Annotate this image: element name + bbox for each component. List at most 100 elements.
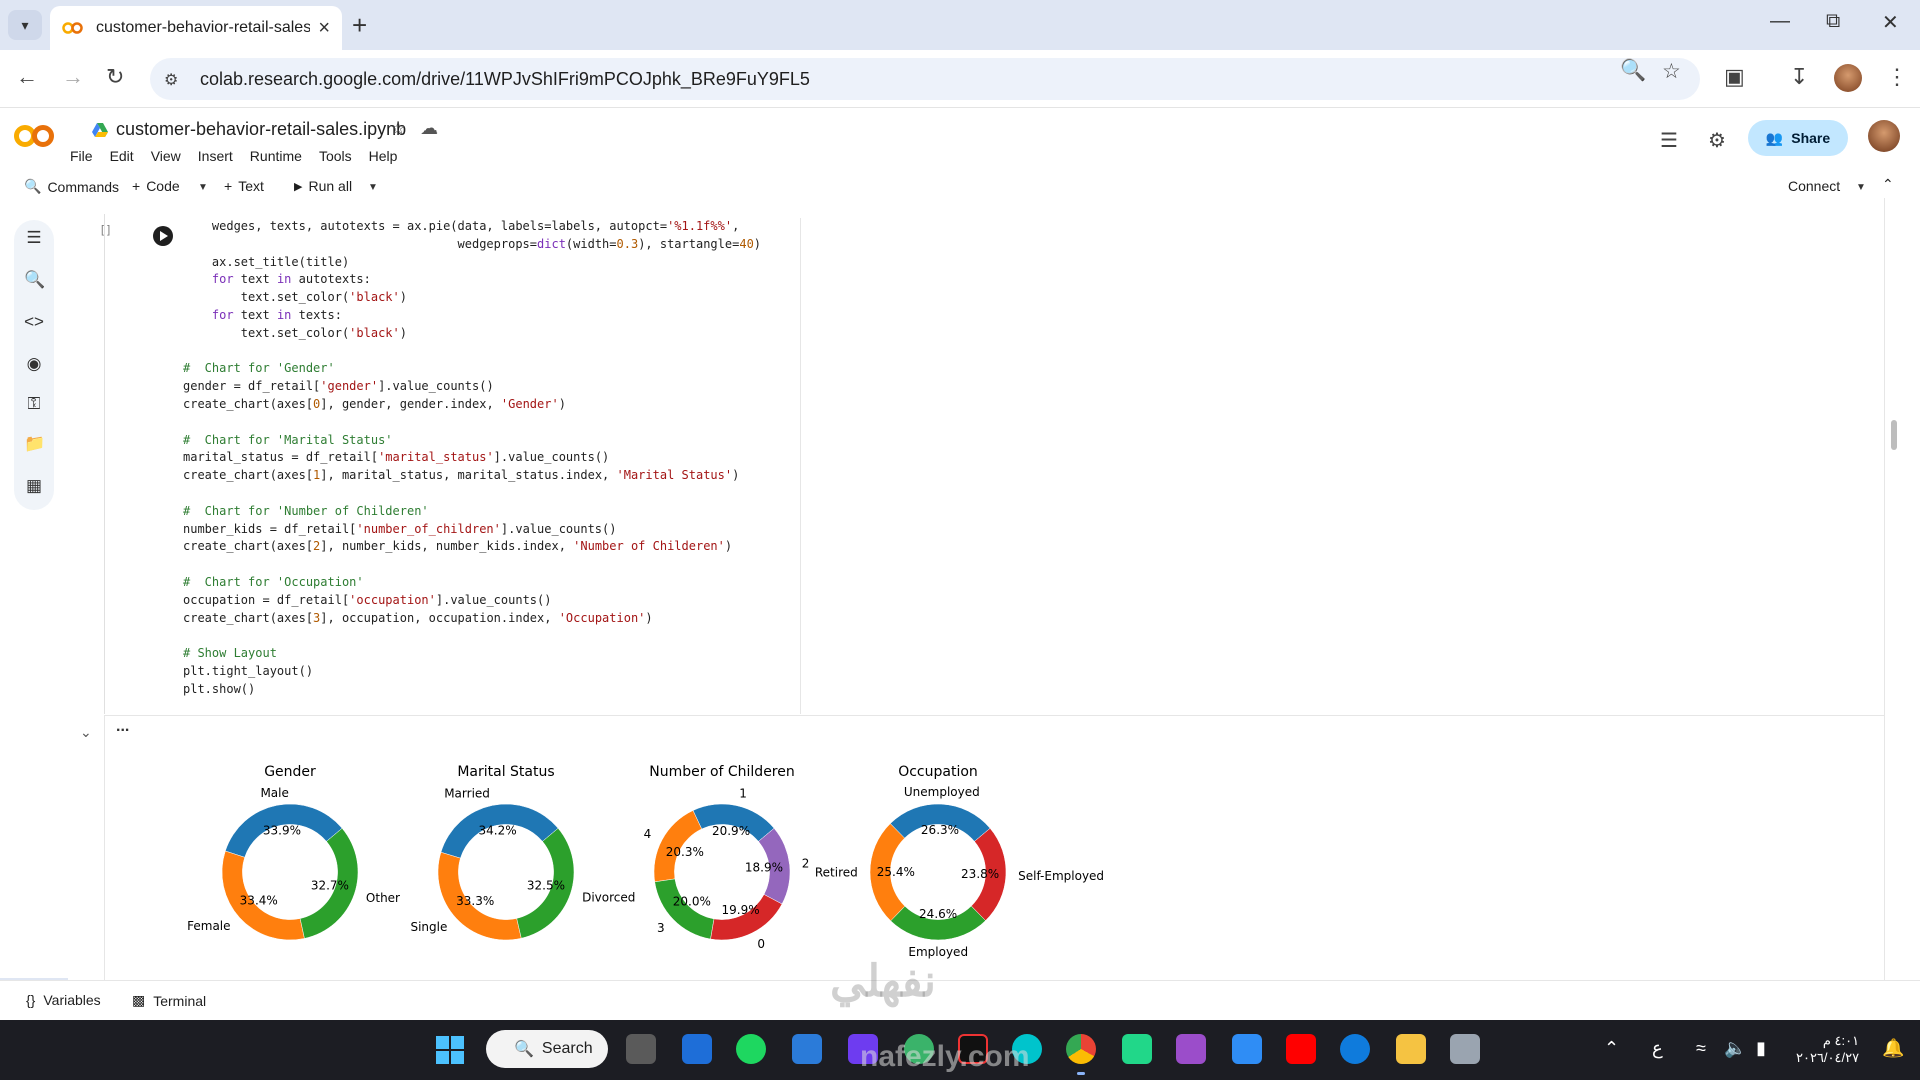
chrome-icon[interactable] — [1066, 1034, 1096, 1064]
tab-list-button[interactable]: ▾ — [8, 10, 42, 40]
connect-dropdown-caret-icon[interactable]: ▼ — [1856, 182, 1866, 193]
star-icon[interactable]: ☆ — [390, 118, 406, 139]
forward-arrow-icon[interactable]: → — [62, 64, 84, 90]
outlook-icon[interactable] — [682, 1034, 712, 1064]
menu-insert[interactable]: Insert — [198, 148, 242, 164]
slice-percent-label: 32.7% — [311, 879, 349, 893]
zoom-icon[interactable]: 🔍 — [1620, 59, 1646, 83]
cloud-saved-icon[interactable]: ☁ — [420, 118, 438, 139]
microsoft-store-icon[interactable] — [792, 1034, 822, 1064]
code-line: occupation = df_retail['occupation'].val… — [183, 592, 800, 610]
code-line: # Chart for 'Gender' — [183, 360, 800, 378]
key-icon[interactable]: ⚿ — [24, 394, 44, 414]
output-menu-button[interactable]: ... — [116, 718, 129, 736]
run-all-button[interactable]: ▶ Run all — [294, 178, 352, 194]
menu-help[interactable]: Help — [369, 148, 407, 164]
slice-label: Female — [187, 919, 230, 933]
download-icon[interactable]: ↧ — [1790, 64, 1808, 90]
volume-icon[interactable]: 🔈 — [1724, 1038, 1746, 1059]
pycharm-icon[interactable] — [1122, 1034, 1152, 1064]
run-all-dropdown-caret-icon[interactable]: ▼ — [368, 182, 378, 193]
clock-time: ٤:٠١ م — [1822, 1033, 1860, 1048]
notebook-title[interactable]: customer-behavior-retail-sales.ipynb — [92, 119, 406, 140]
slice-percent-label: 33.4% — [240, 893, 278, 907]
code-token: wedgeprops= — [183, 236, 538, 251]
menu-edit[interactable]: Edit — [110, 148, 143, 164]
restore-icon[interactable]: ⧉ — [1826, 10, 1840, 33]
run-all-label: Run all — [308, 178, 353, 194]
add-text-button[interactable]: + Text — [224, 178, 264, 194]
data-table-icon[interactable]: ▦ — [24, 476, 44, 496]
comments-icon[interactable]: ☰ — [1660, 128, 1678, 153]
table-of-contents-icon[interactable]: ☰ — [24, 228, 44, 248]
close-window-icon[interactable]: ✕ — [1882, 10, 1899, 35]
code-token: , — [732, 219, 740, 233]
show-hidden-icons-chevron-icon[interactable]: ⌃ — [1604, 1038, 1619, 1059]
menu-runtime[interactable]: Runtime — [250, 148, 311, 164]
slice-percent-label: 20.3% — [666, 845, 704, 859]
code-line: ax.set_title(title) — [183, 254, 800, 272]
run-cell-button[interactable] — [153, 226, 173, 246]
extensions-icon[interactable]: ▣ — [1724, 64, 1745, 90]
settings-gear-icon[interactable]: ⚙ — [1708, 128, 1726, 153]
variables-button[interactable]: {} Variables — [26, 992, 101, 1008]
connect-button[interactable]: Connect — [1788, 178, 1840, 194]
add-code-button[interactable]: + Code — [132, 178, 180, 194]
vscode-icon[interactable] — [1232, 1034, 1262, 1064]
code-cell[interactable]: [ ] wedges, texts, autotexts = ax.pie(da… — [101, 214, 1884, 714]
code-dropdown-caret-icon[interactable]: ▼ — [198, 182, 208, 193]
code-token: ) — [399, 290, 407, 305]
collapse-header-icon[interactable]: ⌃ — [1882, 176, 1894, 193]
user-avatar[interactable] — [1868, 120, 1900, 152]
find-replace-icon[interactable]: 🔍 — [24, 270, 45, 290]
browser-tab-active[interactable]: customer-behavior-retail-sales. × — [50, 6, 342, 50]
notebook-main: [ ] wedges, texts, autotexts = ax.pie(da… — [68, 198, 1920, 980]
code-token: create_chart(axes[ — [183, 468, 314, 483]
code-token: ax.set_title(title) — [183, 254, 350, 269]
taskbar-search[interactable]: 🔍 Search — [486, 1030, 608, 1068]
back-arrow-icon[interactable]: ← — [16, 64, 38, 90]
address-bar[interactable]: ⚙ colab.research.google.com/drive/11WPJv… — [150, 58, 1700, 100]
files-folder-icon[interactable]: 📁 — [24, 434, 45, 454]
browser-menu-icon[interactable]: ⋮ — [1886, 64, 1908, 90]
secrets-eye-icon[interactable]: ◉ — [24, 354, 44, 374]
minimize-icon[interactable]: — — [1770, 10, 1790, 33]
close-tab-icon[interactable]: × — [318, 17, 330, 40]
share-button[interactable]: 👥 Share — [1748, 120, 1848, 156]
terminal-button[interactable]: ▩ Terminal — [132, 992, 206, 1009]
code-token: plt.show() — [183, 681, 256, 696]
spotify-icon[interactable] — [736, 1034, 766, 1064]
battery-icon[interactable]: ▮ — [1756, 1038, 1766, 1059]
new-tab-icon[interactable]: + — [352, 10, 367, 41]
scrollbar-thumb[interactable] — [1891, 420, 1897, 450]
commands-button[interactable]: 🔍 Commands — [24, 178, 119, 195]
taskbar-clock[interactable]: ٤:٠١ م ٢٠٢٦/٠٤/٢٧ — [1796, 1032, 1859, 1066]
code-editor[interactable]: wedges, texts, autotexts = ax.pie(data, … — [183, 218, 801, 714]
visual-studio-icon[interactable] — [1176, 1034, 1206, 1064]
input-language[interactable]: ع — [1652, 1038, 1663, 1059]
code-token: 'marital_status' — [378, 450, 494, 465]
profile-avatar[interactable] — [1834, 64, 1862, 92]
bookmark-star-icon[interactable]: ☆ — [1662, 59, 1681, 84]
youtube-icon[interactable] — [1286, 1034, 1316, 1064]
code-token: ) — [753, 236, 762, 251]
windows-start-icon[interactable] — [436, 1036, 464, 1064]
code-token: ], marital_status, marital_status.index, — [320, 468, 617, 483]
reload-icon[interactable]: ↻ — [106, 64, 124, 90]
menu-file[interactable]: File — [70, 148, 102, 164]
slice-label: Male — [260, 786, 288, 800]
collapse-output-chevron-icon[interactable]: ⌄ — [80, 724, 92, 741]
menu-tools[interactable]: Tools — [319, 148, 361, 164]
site-info-icon[interactable]: ⚙ — [164, 70, 182, 89]
colab-logo[interactable] — [14, 122, 54, 150]
notifications-bell-icon[interactable]: 🔔 — [1882, 1038, 1904, 1059]
edge-icon[interactable] — [1340, 1034, 1370, 1064]
task-view-icon[interactable] — [626, 1034, 656, 1064]
kaggle-icon[interactable] — [1450, 1034, 1480, 1064]
code-snippets-icon[interactable]: <> — [24, 312, 44, 332]
code-token: ].value_counts() — [500, 521, 617, 536]
colab-header: customer-behavior-retail-sales.ipynb ☆ ☁… — [0, 108, 1920, 174]
wifi-icon[interactable]: ≈ — [1696, 1038, 1706, 1059]
menu-view[interactable]: View — [151, 148, 190, 164]
file-explorer-icon[interactable] — [1396, 1034, 1426, 1064]
